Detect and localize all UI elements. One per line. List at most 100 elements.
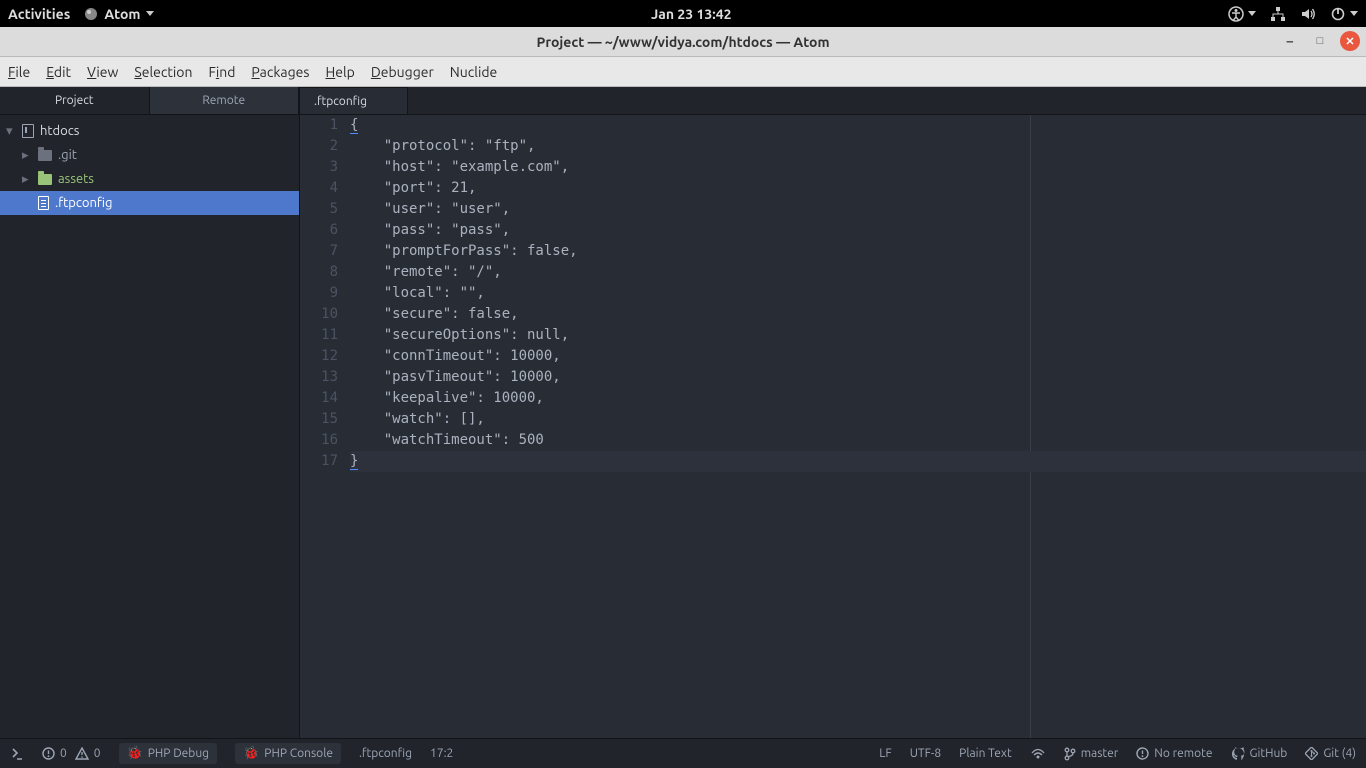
accessibility-icon[interactable]: [1228, 6, 1256, 22]
volume-icon[interactable]: [1300, 6, 1316, 22]
editor-pane: .ftpconfig 1234567891011121314151617 { "…: [300, 87, 1366, 738]
tree-item-ftpconfig[interactable]: .ftpconfig: [0, 191, 299, 215]
sidebar-tab-remote[interactable]: Remote: [150, 87, 300, 114]
file-icon: [38, 196, 49, 210]
menu-debugger[interactable]: Debugger: [371, 64, 434, 80]
menu-selection[interactable]: Selection: [134, 64, 192, 80]
os-topbar: Activities Atom Jan 23 13:42: [0, 0, 1366, 27]
code-line[interactable]: "watch": [],: [350, 409, 1366, 430]
code-line[interactable]: "watchTimeout": 500: [350, 430, 1366, 451]
app-menu[interactable]: Atom: [84, 6, 154, 22]
status-cursor[interactable]: 17:2: [430, 747, 453, 760]
error-count-value: 0: [60, 747, 67, 760]
bug-icon: 🐞: [127, 746, 143, 761]
code-line[interactable]: "secureOptions": null,: [350, 325, 1366, 346]
warning-count-value: 0: [94, 747, 101, 760]
folder-icon: [38, 150, 52, 161]
chevron-right-icon: ▸: [22, 172, 32, 187]
error-icon: [42, 747, 55, 760]
menu-view[interactable]: View: [87, 64, 118, 80]
chevron-down-icon: [146, 11, 154, 16]
menu-packages[interactable]: Packages: [251, 64, 309, 80]
github-label: GitHub: [1250, 747, 1288, 760]
php-debug-button[interactable]: 🐞 PHP Debug: [119, 743, 218, 764]
tree-item-git[interactable]: ▸ .git: [0, 143, 299, 167]
code-line[interactable]: "protocol": "ftp",: [350, 136, 1366, 157]
status-signal-icon[interactable]: [1030, 747, 1046, 761]
code-line[interactable]: "port": 21,: [350, 178, 1366, 199]
sidebar-tabs: Project Remote: [0, 87, 299, 115]
code-line[interactable]: "keepalive": 10000,: [350, 388, 1366, 409]
workspace: Project Remote ▾ htdocs ▸ .git ▸ assets …: [0, 87, 1366, 738]
php-debug-label: PHP Debug: [148, 747, 209, 760]
error-count[interactable]: 0: [42, 747, 67, 760]
power-menu[interactable]: [1330, 6, 1358, 22]
code-line[interactable]: "user": "user",: [350, 199, 1366, 220]
github-icon: [1231, 747, 1245, 761]
status-line-ending[interactable]: LF: [879, 747, 891, 760]
chevron-right-icon: ▸: [22, 148, 32, 163]
file-tree[interactable]: ▾ htdocs ▸ .git ▸ assets .ftpconfig: [0, 115, 299, 219]
maximize-button[interactable]: [1310, 31, 1330, 51]
atom-app-icon: [84, 7, 98, 21]
alert-icon: [1136, 747, 1149, 760]
code-line[interactable]: "pasvTimeout": 10000,: [350, 367, 1366, 388]
code-line[interactable]: "local": "",: [350, 283, 1366, 304]
warning-count[interactable]: 0: [75, 747, 101, 760]
code-line[interactable]: "secure": false,: [350, 304, 1366, 325]
code-line[interactable]: "pass": "pass",: [350, 220, 1366, 241]
clock[interactable]: Jan 23 13:42: [154, 6, 1228, 22]
status-remote[interactable]: No remote: [1136, 747, 1212, 760]
statusbar: 0 0 🐞 PHP Debug 🐞PHP Console .ftpconfig 1…: [0, 738, 1366, 768]
power-icon: [1330, 6, 1346, 22]
tree-item-label: .ftpconfig: [55, 196, 113, 210]
line-gutter: 1234567891011121314151617: [300, 115, 350, 738]
app-menu-label: Atom: [104, 6, 140, 22]
git-branch-icon: [1064, 747, 1076, 761]
close-button[interactable]: [1340, 31, 1360, 51]
warning-icon: [75, 747, 89, 760]
code-area[interactable]: { "protocol": "ftp", "host": "example.co…: [350, 115, 1366, 738]
status-grammar[interactable]: Plain Text: [959, 747, 1012, 760]
php-console-button[interactable]: 🐞PHP Console: [235, 743, 341, 764]
minimize-button[interactable]: [1280, 31, 1300, 51]
code-line[interactable]: {: [350, 115, 1366, 136]
network-icon[interactable]: [1270, 6, 1286, 22]
status-git[interactable]: Git (4): [1305, 747, 1356, 760]
window-titlebar[interactable]: Project — ~/www/vidya.com/htdocs — Atom: [0, 27, 1366, 57]
menubar: File Edit View Selection Find Packages H…: [0, 57, 1366, 87]
menu-nuclide[interactable]: Nuclide: [450, 64, 498, 80]
status-branch[interactable]: master: [1064, 747, 1119, 761]
sidebar: Project Remote ▾ htdocs ▸ .git ▸ assets …: [0, 87, 300, 738]
status-encoding[interactable]: UTF-8: [910, 747, 941, 760]
activities-button[interactable]: Activities: [8, 6, 70, 22]
repo-icon: [22, 124, 34, 138]
editor-tab-ftpconfig[interactable]: .ftpconfig: [300, 87, 408, 114]
branch-name: master: [1081, 747, 1119, 760]
code-line[interactable]: "promptForPass": false,: [350, 241, 1366, 262]
remote-label: No remote: [1154, 747, 1212, 760]
code-line[interactable]: }: [350, 451, 1366, 472]
tree-item-label: assets: [58, 172, 94, 186]
text-editor[interactable]: 1234567891011121314151617 { "protocol": …: [300, 115, 1366, 738]
code-line[interactable]: "connTimeout": 10000,: [350, 346, 1366, 367]
git-label: Git (4): [1323, 747, 1356, 760]
tree-root[interactable]: ▾ htdocs: [0, 119, 299, 143]
menu-edit[interactable]: Edit: [46, 64, 71, 80]
status-filename[interactable]: .ftpconfig: [359, 747, 412, 760]
code-line[interactable]: "remote": "/",: [350, 262, 1366, 283]
chevron-down-icon: [1248, 11, 1256, 16]
menu-help[interactable]: Help: [325, 64, 354, 80]
tree-item-assets[interactable]: ▸ assets: [0, 167, 299, 191]
code-line[interactable]: "host": "example.com",: [350, 157, 1366, 178]
sidebar-tab-project[interactable]: Project: [0, 87, 150, 114]
git-icon: [1305, 747, 1318, 760]
menu-find[interactable]: Find: [208, 64, 235, 80]
chevron-down-icon: ▾: [6, 124, 16, 139]
menu-file[interactable]: File: [8, 64, 30, 80]
folder-icon: [38, 174, 52, 185]
status-github[interactable]: GitHub: [1231, 747, 1288, 761]
remote-ftp-icon[interactable]: [10, 747, 24, 761]
bug-icon: 🐞: [243, 746, 259, 761]
tree-root-label: htdocs: [40, 124, 79, 138]
